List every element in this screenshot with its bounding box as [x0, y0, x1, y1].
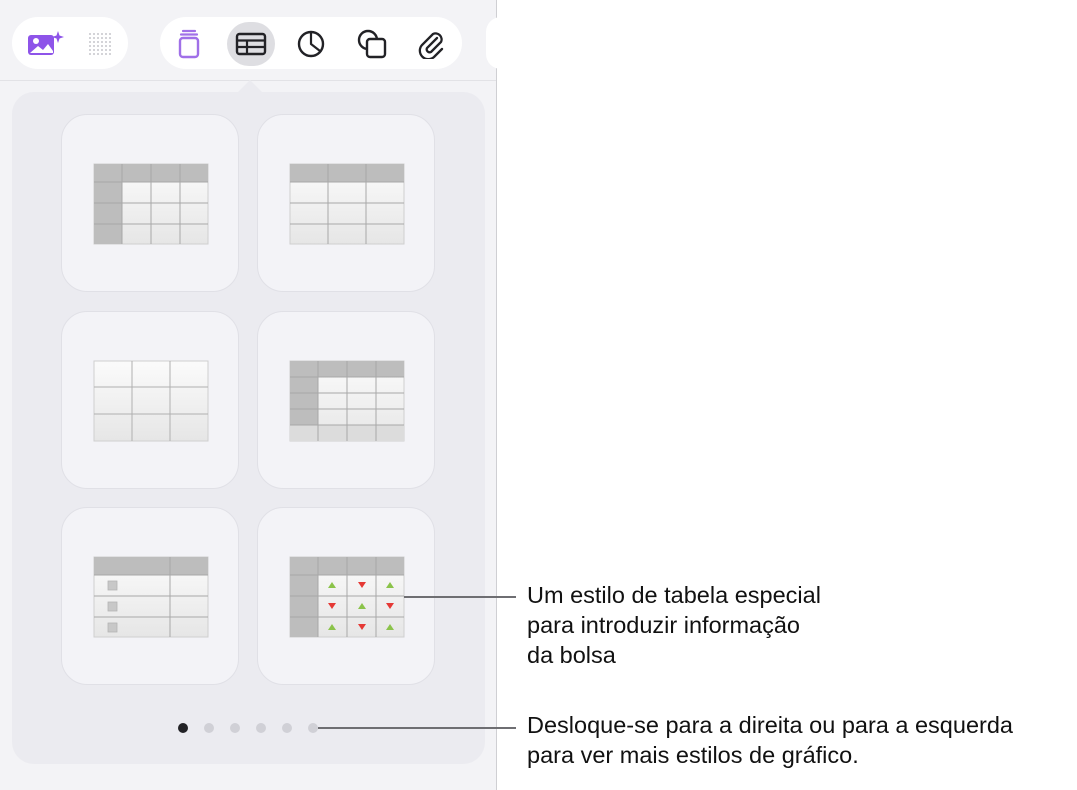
table-preview: [93, 163, 209, 245]
table-preview: [289, 163, 405, 245]
shape-icon: [357, 29, 387, 59]
shape-button[interactable]: [350, 22, 394, 66]
callout-line-stock: [404, 596, 516, 598]
app-screen: [0, 0, 516, 790]
table-preview: [93, 360, 209, 442]
callout-line-pager: [318, 727, 516, 729]
chart-button[interactable]: [289, 22, 333, 66]
page-dot[interactable]: [282, 723, 292, 733]
page-dot[interactable]: [178, 723, 188, 733]
table-style-header-row-column-footer[interactable]: [257, 311, 435, 489]
callout-stock-table: Um estilo de tabela especial para introd…: [527, 582, 821, 668]
toolbar: [0, 0, 516, 81]
attachment-button[interactable]: [409, 22, 453, 66]
chart-icon: [297, 30, 325, 58]
more-button-group: [486, 17, 516, 69]
table-style-checklist[interactable]: [61, 507, 239, 685]
insert-image-button[interactable]: [24, 22, 68, 66]
attachment-icon: [418, 32, 444, 59]
text-box-icon: [178, 29, 200, 59]
page-dot[interactable]: [230, 723, 240, 733]
table-icon: [235, 32, 267, 56]
dot-grid-button[interactable]: [78, 22, 122, 66]
page-indicator[interactable]: [178, 723, 318, 733]
page-dot[interactable]: [204, 723, 214, 733]
table-preview: [289, 360, 405, 442]
page-dot[interactable]: [256, 723, 266, 733]
callout-pager: Desloque-se para a direita ou para a esq…: [527, 712, 1013, 768]
image-sparkle-icon: [28, 31, 64, 55]
table-button[interactable]: [227, 22, 275, 66]
table-style-header-row-and-column[interactable]: [61, 114, 239, 292]
page-dot[interactable]: [308, 723, 318, 733]
dot-grid-icon: [89, 33, 111, 55]
table-preview: [289, 556, 405, 638]
popover-arrow: [238, 80, 262, 92]
table-style-plain[interactable]: [61, 311, 239, 489]
text-box-button[interactable]: [167, 22, 211, 66]
table-style-header-row[interactable]: [257, 114, 435, 292]
table-preview: [93, 556, 209, 638]
